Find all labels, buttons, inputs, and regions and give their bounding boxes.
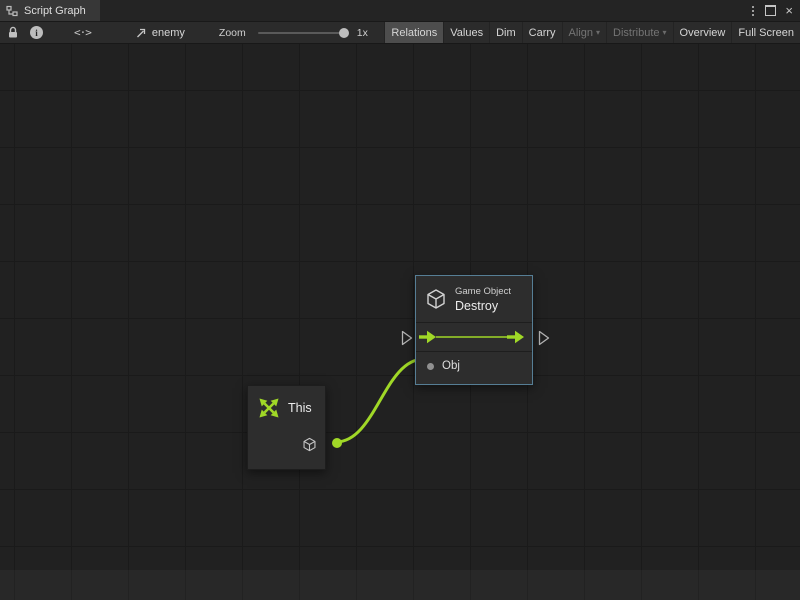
distribute-button[interactable]: Distribute▾ [606, 22, 672, 43]
node-this-header: This [248, 386, 325, 418]
node-this[interactable]: This [247, 385, 326, 470]
graph-name: enemy [152, 27, 185, 39]
this-output-port[interactable] [332, 438, 342, 448]
canvas-bottom-band [0, 570, 800, 600]
this-arrows-icon [259, 398, 279, 418]
info-icon[interactable]: i [30, 26, 43, 39]
graph-canvas[interactable]: Game Object Destroy Obj [0, 44, 800, 600]
chevron-down-icon: ▾ [663, 28, 667, 37]
graph-toolbar: i <·> enemy Zoom 1x Relations Values Dim… [0, 21, 800, 44]
chevron-down-icon: ▾ [596, 28, 600, 37]
zoom-slider-knob[interactable] [339, 28, 349, 38]
node-title: This [288, 401, 312, 415]
node-destroy-header: Game Object Destroy [416, 276, 532, 322]
node-category: Game Object [455, 286, 511, 297]
toolbar-buttons: Relations Values Dim Carry Align▾ Distri… [384, 22, 800, 43]
lock-icon[interactable] [7, 26, 19, 39]
node-destroy[interactable]: Game Object Destroy Obj [415, 275, 533, 385]
control-input-port-icon[interactable] [401, 330, 413, 346]
overview-button[interactable]: Overview [673, 22, 732, 43]
game-object-output-cube-icon [302, 437, 317, 452]
full-screen-button[interactable]: Full Screen [731, 22, 800, 43]
node-title: Destroy [455, 299, 511, 313]
input-port-row: Obj [416, 352, 532, 372]
connection-layer [0, 44, 800, 600]
dim-button[interactable]: Dim [489, 22, 522, 43]
relations-button[interactable]: Relations [384, 22, 443, 43]
control-flow-row [416, 323, 532, 351]
carry-button[interactable]: Carry [522, 22, 562, 43]
script-graph-window: Script Graph × i <·> enemy Zoom 1x [0, 0, 800, 600]
connection-wire[interactable] [336, 359, 424, 442]
align-button[interactable]: Align▾ [562, 22, 606, 43]
zoom-value: 1x [357, 27, 368, 39]
game-object-cube-icon [425, 288, 447, 310]
script-graph-icon [6, 5, 18, 17]
values-button[interactable]: Values [443, 22, 489, 43]
maximize-icon[interactable] [765, 5, 776, 16]
control-output-port-icon[interactable] [538, 330, 550, 346]
tab-script-graph[interactable]: Script Graph [0, 0, 100, 21]
tab-title: Script Graph [24, 5, 86, 17]
close-icon[interactable]: × [785, 4, 793, 17]
obj-port-label: Obj [442, 360, 460, 372]
obj-input-port[interactable] [427, 363, 434, 370]
window-menu-icon[interactable] [750, 4, 756, 18]
zoom-label: Zoom [219, 27, 246, 39]
breadcrumb[interactable]: enemy [135, 27, 185, 39]
flow-arrows-icon [416, 323, 532, 351]
code-toggle-icon[interactable]: <·> [74, 26, 91, 39]
title-bar: Script Graph × [0, 0, 800, 21]
zoom-slider[interactable] [258, 32, 344, 34]
graph-breadcrumb-icon [135, 27, 147, 39]
